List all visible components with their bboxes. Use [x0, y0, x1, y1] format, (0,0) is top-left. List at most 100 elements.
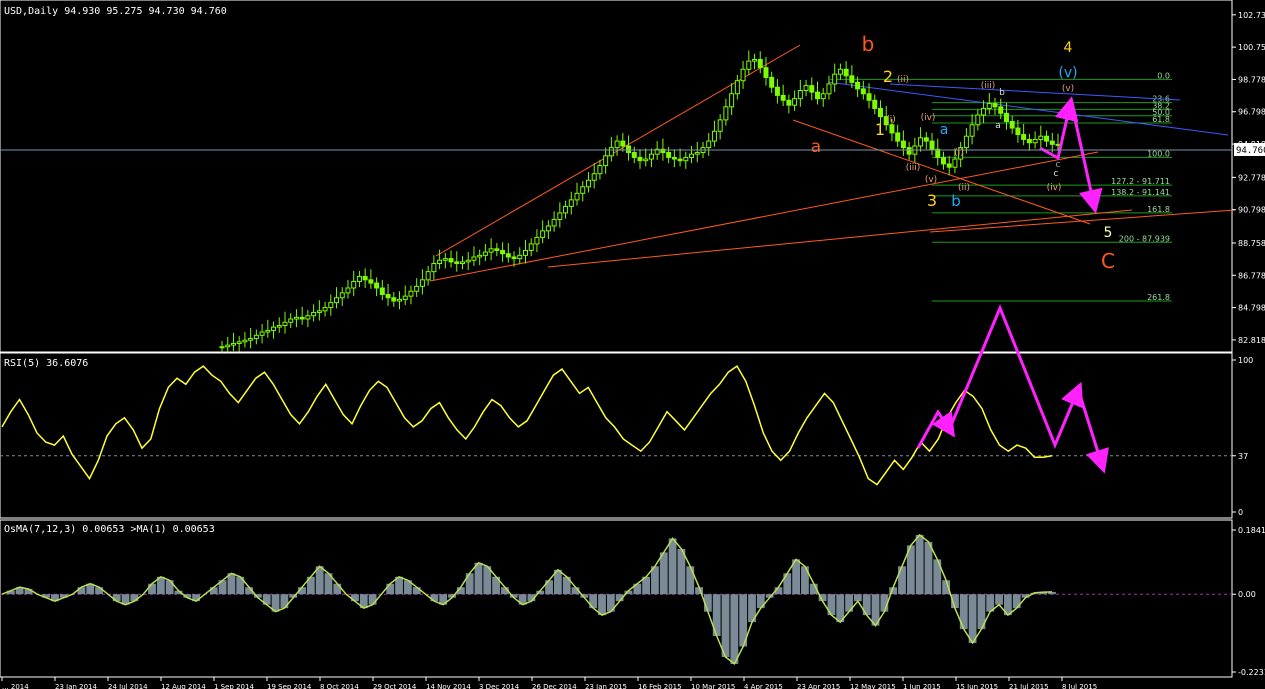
wave-label: 3: [927, 191, 937, 210]
candle-body: [494, 248, 500, 251]
price-tick-label: 92.778: [1238, 173, 1265, 182]
candle-body: [282, 321, 288, 327]
candle-body: [305, 315, 311, 320]
candle-body: [259, 331, 265, 336]
candle-body: [368, 279, 374, 284]
candle-body: [648, 153, 654, 160]
candle-body: [351, 280, 357, 289]
candle-body: [940, 156, 946, 165]
time-tick-label: 19 Sep 2014: [267, 683, 312, 689]
candle-body: [568, 199, 574, 207]
osma-panel: OsMA(7,12,3) 0.00653 >MA(1) 0.00653: [0, 519, 1233, 678]
candle-body: [803, 85, 809, 92]
candle-body: [1021, 134, 1027, 140]
wave-label: a: [940, 122, 949, 138]
osma-axis: 0.1841 0.00 -0.2231: [1232, 526, 1265, 677]
candle-body: [236, 341, 242, 344]
wave-label: C: [1101, 249, 1115, 273]
osma-tick-label: 0.00: [1238, 590, 1256, 599]
candle-body: [482, 251, 488, 256]
price-axis: 102.738100.75898.77896.79894.81892.77890…: [1232, 11, 1265, 345]
candle-body: [815, 91, 821, 100]
wave-label: (v): [1058, 65, 1077, 81]
price-tick-label: 100.758: [1238, 43, 1265, 52]
candle-body: [843, 68, 849, 77]
rsi-panel-header: RSI(5) 36.6076: [4, 358, 88, 369]
candle-body: [631, 152, 637, 158]
candle-body: [454, 261, 460, 264]
wave-label: 1: [875, 120, 885, 139]
candle-body: [746, 60, 752, 70]
wave-label: (ii): [897, 75, 909, 85]
time-axis: ... 2014 23 Jan 2014 24 Jul 2014 12 Aug 201…: [1, 677, 1097, 689]
candle-body: [362, 276, 368, 281]
current-price-label: 94.760: [1236, 146, 1265, 156]
rsi-tick-label: 100: [1238, 356, 1253, 365]
candle-body: [786, 99, 792, 106]
price-tick-label: 84.798: [1238, 304, 1265, 313]
wave-label: (i): [886, 115, 896, 125]
price-tick-label: 82.818: [1238, 336, 1265, 345]
candle-body: [334, 297, 340, 304]
candle-body: [889, 124, 895, 134]
wave-label: (v): [1062, 84, 1074, 94]
candle-body: [379, 287, 385, 296]
time-tick-label: 1 Jun 2015: [903, 683, 941, 689]
candle-body: [311, 311, 317, 317]
osma-panel-header: OsMA(7,12,3) 0.00653 >MA(1) 0.00653: [4, 524, 215, 535]
candle-body: [522, 249, 528, 256]
rsi-tick-label: 0: [1238, 508, 1243, 517]
time-tick-label: 10 Mar 2015: [691, 683, 735, 689]
candle-body: [1049, 140, 1055, 145]
candle-body: [643, 158, 649, 162]
candle-body: [414, 285, 420, 292]
candle-body: [763, 67, 769, 78]
candle-body: [906, 147, 912, 155]
wave-label: 4: [1064, 40, 1073, 56]
time-tick-label: 23 Jan 2014: [55, 683, 98, 689]
candle-body: [1044, 135, 1050, 142]
time-tick-label: 12 Aug 2014: [161, 683, 206, 689]
candle-body: [792, 98, 798, 106]
candle-body: [752, 58, 758, 62]
candle-body: [614, 140, 620, 149]
candle-body: [717, 119, 723, 132]
candle-body: [603, 155, 609, 167]
candle-body: [345, 287, 351, 294]
candle-body: [694, 152, 700, 155]
candle-body: [219, 346, 225, 349]
candle-body: [626, 145, 632, 154]
candle-body: [419, 279, 425, 287]
candle-body: [929, 140, 935, 150]
candle-body: [248, 338, 254, 341]
candle-body: [425, 271, 431, 281]
candle-body: [299, 316, 305, 320]
candle-body: [860, 88, 866, 95]
candle-body: [385, 294, 391, 299]
candle-body: [683, 156, 689, 162]
fib-label: 61.8: [1152, 115, 1170, 124]
candle-body: [253, 334, 259, 340]
candle-body: [448, 258, 454, 263]
candle-body: [774, 86, 780, 96]
candle-body: [992, 103, 998, 108]
candle-body: [671, 156, 677, 160]
price-panel: USD,Daily 94.930 95.275 94.730 94.760 0.…: [0, 0, 1236, 355]
wave-label: (iv): [1047, 183, 1062, 193]
candle-body: [230, 342, 236, 346]
candle-body: [431, 263, 437, 273]
wave-label: b: [999, 88, 1005, 98]
price-tick-label: 98.778: [1238, 75, 1265, 84]
candle-body: [1015, 127, 1021, 136]
candle-body: [963, 135, 969, 149]
candle-body: [322, 307, 328, 312]
wave-label: b: [862, 32, 875, 56]
fib-label: 0.0: [1157, 71, 1170, 80]
candle-body: [328, 302, 334, 309]
wave-label: c: [1054, 169, 1059, 179]
price-tick-label: 90.798: [1238, 206, 1265, 215]
candle-body: [265, 329, 271, 333]
candle-body: [574, 192, 580, 201]
candle-body: [608, 147, 614, 157]
candle-body: [500, 249, 506, 255]
